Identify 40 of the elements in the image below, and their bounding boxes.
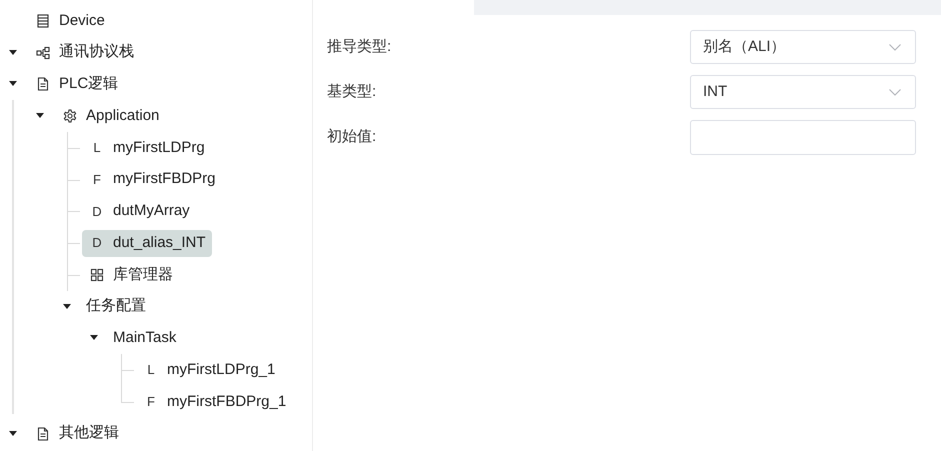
field-label: 基类型:: [327, 82, 378, 102]
tree-item[interactable]: F myFirstFBDPrg_1: [136, 388, 292, 416]
grid-icon: [90, 268, 104, 282]
field-label: 推导类型:: [327, 36, 392, 57]
tree-item[interactable]: Device: [28, 7, 111, 34]
tree-item[interactable]: 其他逻辑: [28, 420, 125, 448]
caret-icon[interactable]: [63, 304, 71, 310]
tree-item[interactable]: PLC逻辑: [28, 70, 124, 98]
tree-item[interactable]: D dutMyArray: [82, 198, 196, 225]
type-letter: D: [91, 234, 103, 252]
type-letter: L: [92, 139, 102, 158]
network-icon: [36, 46, 50, 60]
tree-item[interactable]: L myFirstLDPrg_1: [136, 356, 282, 384]
settings-icon: [63, 109, 77, 124]
caret-icon[interactable]: [9, 50, 17, 56]
input-field[interactable]: [690, 120, 916, 155]
server-icon: [36, 14, 50, 28]
chevron-down-icon: [889, 88, 901, 96]
tree-item[interactable]: 任务配置: [82, 293, 152, 320]
tree-item[interactable]: Application: [55, 102, 166, 130]
chevron-down-icon: [889, 44, 901, 50]
tree-item[interactable]: MainTask: [109, 324, 182, 352]
tree-item[interactable]: 库管理器: [82, 261, 179, 288]
tree-item[interactable]: L myFirstLDPrg: [82, 134, 211, 162]
document-icon: [36, 77, 50, 92]
tree-item[interactable]: 通讯协议栈: [28, 39, 140, 66]
document-icon: [36, 426, 50, 441]
type-letter: L: [146, 361, 156, 380]
tree-item[interactable]: F myFirstFBDPrg: [82, 166, 222, 194]
caret-icon[interactable]: [9, 430, 17, 437]
type-letter: D: [91, 202, 103, 221]
dropdown-field[interactable]: 别名（ALI）: [690, 30, 916, 64]
type-letter: F: [146, 393, 156, 412]
dropdown-field[interactable]: INT: [690, 75, 916, 109]
caret-icon[interactable]: [36, 113, 44, 120]
tree-item[interactable]: D dut_alias_INT: [82, 230, 212, 257]
caret-icon[interactable]: [9, 81, 17, 88]
type-letter: F: [92, 170, 102, 189]
field-label: 初始值:: [327, 127, 378, 148]
caret-icon[interactable]: [90, 335, 98, 342]
